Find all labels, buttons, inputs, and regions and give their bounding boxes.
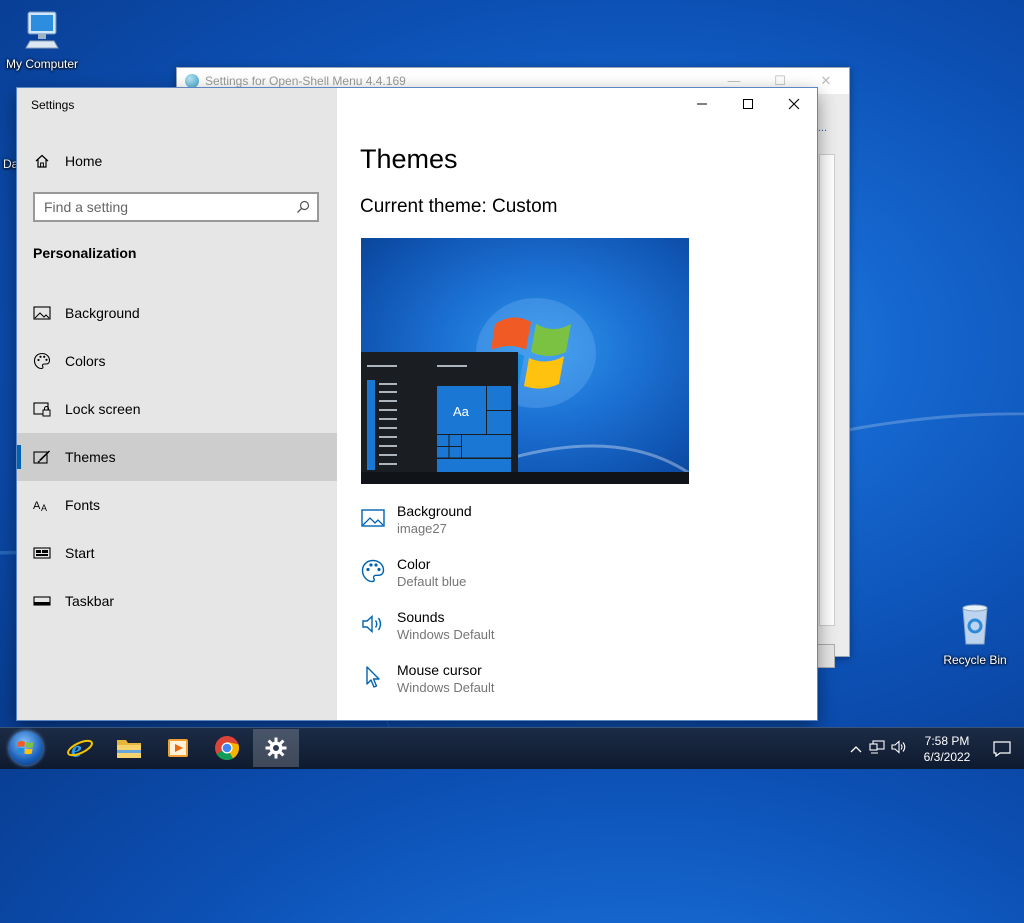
- nav-item-colors[interactable]: Colors: [17, 337, 337, 385]
- home-label: Home: [65, 153, 103, 169]
- theme-item-value: image27: [397, 521, 447, 536]
- theme-item-value: Default blue: [397, 574, 467, 589]
- preview-taskbar: [361, 472, 689, 484]
- svg-text:e: e: [71, 737, 82, 762]
- start-icon: [33, 544, 51, 562]
- page-title: Themes: [360, 144, 458, 174]
- nav-item-label: Taskbar: [65, 593, 115, 609]
- preview-tile-text: Aa: [453, 404, 469, 419]
- nav-item-themes[interactable]: Themes: [17, 433, 337, 481]
- nav-item-label: Background: [65, 305, 140, 321]
- taskbar-media-player[interactable]: [155, 729, 201, 767]
- nav-item-taskbar[interactable]: Taskbar: [17, 577, 337, 625]
- search-input[interactable]: [35, 198, 286, 216]
- themes-brush-icon: [33, 448, 51, 466]
- preview-start-menu: Aa: [361, 352, 518, 472]
- volume-icon: [891, 740, 906, 754]
- taskbar-file-explorer[interactable]: [106, 729, 152, 767]
- nav-item-label: Themes: [65, 449, 116, 465]
- settings-gear-icon: [265, 737, 287, 759]
- open-shell-link[interactable]: ...: [818, 122, 827, 134]
- nav-item-label: Lock screen: [65, 401, 141, 417]
- nav-home[interactable]: Home: [17, 144, 337, 178]
- personalization-nav: Background Colors Lock screen Themes A A…: [17, 289, 337, 625]
- theme-item-label: Background: [397, 503, 472, 519]
- taskbar-icon: [33, 592, 51, 610]
- speaker-icon: [362, 614, 382, 634]
- nav-item-fonts[interactable]: AA Fonts: [17, 481, 337, 529]
- taskbar-settings[interactable]: [253, 729, 299, 767]
- fonts-icon: AA: [33, 496, 51, 514]
- theme-item-value: Windows Default: [397, 627, 495, 642]
- theme-preview[interactable]: Aa: [361, 238, 689, 484]
- image-icon: [361, 509, 385, 527]
- taskbar-chrome[interactable]: [204, 729, 250, 767]
- open-shell-globe-icon: [185, 74, 199, 88]
- nav-item-label: Colors: [65, 353, 106, 369]
- palette-icon: [361, 559, 385, 583]
- settings-sidebar: Settings Home Personalization Background: [17, 88, 337, 720]
- volume-button[interactable]: [888, 740, 910, 757]
- computer-icon: [25, 11, 59, 49]
- desktop-icon-partial[interactable]: Da: [0, 155, 16, 171]
- current-theme-heading: Current theme: Custom: [360, 196, 558, 217]
- svg-text:A: A: [33, 500, 41, 512]
- show-hidden-icons-button[interactable]: [846, 741, 866, 756]
- taskbar: e 7:58 PM 6/3/2022: [0, 727, 1024, 769]
- theme-item-label: Mouse cursor: [397, 662, 482, 678]
- clock[interactable]: 7:58 PM 6/3/2022: [914, 733, 980, 765]
- desktop-icon-recycle-bin[interactable]: Recycle Bin: [933, 600, 1017, 667]
- clock-time: 7:58 PM: [924, 733, 970, 748]
- theme-item-color[interactable]: Color Default blue: [361, 555, 495, 608]
- nav-item-background[interactable]: Background: [17, 289, 337, 337]
- svg-text:A: A: [41, 503, 47, 513]
- desktop-icon-label: My Computer: [5, 57, 79, 71]
- system-tray: 7:58 PM 6/3/2022: [846, 728, 1024, 769]
- internet-explorer-icon: e: [67, 737, 93, 762]
- theme-item-value: Windows Default: [397, 680, 495, 695]
- home-icon: [33, 152, 51, 170]
- search-icon[interactable]: [295, 199, 311, 218]
- open-shell-settings-pane: [819, 154, 835, 626]
- theme-item-sounds[interactable]: Sounds Windows Default: [361, 608, 495, 661]
- desktop-icon-label: Da: [3, 157, 16, 171]
- theme-settings-list: Background image27 Color Default blue So…: [361, 502, 495, 714]
- settings-window[interactable]: Settings Home Personalization Background: [17, 88, 817, 720]
- start-orb-icon: [9, 731, 43, 765]
- open-shell-window-title: Settings for Open-Shell Menu 4.4.169: [205, 74, 406, 88]
- nav-item-label: Fonts: [65, 497, 101, 513]
- network-icon: [869, 740, 885, 754]
- open-shell-button[interactable]: [817, 644, 835, 668]
- network-button[interactable]: [866, 740, 888, 757]
- section-title: Personalization: [33, 245, 137, 261]
- app-title: Settings: [31, 98, 75, 112]
- cursor-icon: [366, 666, 380, 688]
- nav-item-start[interactable]: Start: [17, 529, 337, 577]
- theme-item-label: Sounds: [397, 609, 445, 625]
- theme-item-mouse-cursor[interactable]: Mouse cursor Windows Default: [361, 661, 495, 714]
- palette-icon: [33, 352, 51, 370]
- taskbar-internet-explorer[interactable]: e: [57, 729, 103, 767]
- chrome-icon: [215, 736, 239, 761]
- search-box[interactable]: [33, 192, 319, 222]
- themes-content: Themes Current theme: Custom Aa Backgrou…: [337, 88, 817, 720]
- recycle-bin-icon: [962, 604, 988, 645]
- notification-icon: [993, 740, 1011, 757]
- lock-screen-icon: [33, 400, 51, 418]
- theme-item-background[interactable]: Background image27: [361, 502, 495, 555]
- file-explorer-icon: [117, 740, 141, 758]
- desktop-icon-my-computer[interactable]: My Computer: [0, 8, 84, 71]
- media-player-icon: [168, 739, 188, 757]
- desktop-icon-label: Recycle Bin: [943, 653, 1007, 667]
- action-center-button[interactable]: [980, 740, 1024, 757]
- chevron-up-icon: [850, 746, 862, 753]
- image-icon: [33, 304, 51, 322]
- nav-item-lock-screen[interactable]: Lock screen: [17, 385, 337, 433]
- theme-item-label: Color: [397, 556, 431, 572]
- start-button[interactable]: [6, 729, 46, 767]
- nav-item-label: Start: [65, 545, 95, 561]
- preview-start-tiles: [367, 365, 511, 472]
- clock-date: 6/3/2022: [923, 749, 971, 764]
